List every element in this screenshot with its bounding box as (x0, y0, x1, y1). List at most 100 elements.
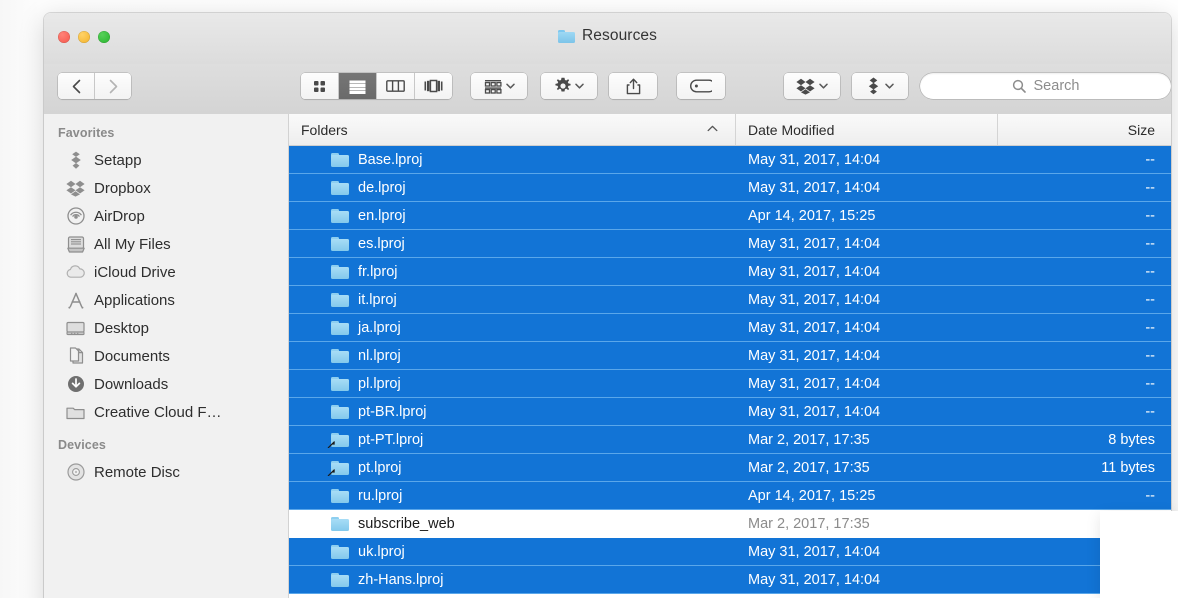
zoom-button[interactable] (98, 31, 110, 43)
search-input[interactable]: Search (920, 73, 1171, 99)
share-button[interactable] (609, 73, 657, 99)
table-row[interactable]: ru.lproj Apr 14, 2017, 15:25 -- (289, 482, 1171, 510)
file-name-cell: fr.lproj (289, 264, 736, 280)
folder-icon (331, 376, 349, 391)
content-overflow-panel (1100, 511, 1178, 598)
file-date-cell: May 31, 2017, 14:04 (748, 403, 881, 420)
folder-icon (331, 236, 349, 251)
table-row[interactable]: fr.lproj May 31, 2017, 14:04 -- (289, 258, 1171, 286)
table-row[interactable]: pl.lproj May 31, 2017, 14:04 -- (289, 370, 1171, 398)
file-size-cell: -- (1145, 179, 1155, 196)
file-name-label: es.lproj (358, 235, 405, 252)
column-header-date-modified[interactable]: Date Modified (736, 114, 998, 145)
sidebar-item-label: Creative Cloud F… (94, 403, 222, 421)
column-header-folders[interactable]: Folders (289, 114, 736, 145)
table-row[interactable]: pt-PT.lproj Mar 2, 2017, 17:35 8 bytes (289, 426, 1171, 454)
file-date-cell: May 31, 2017, 14:04 (748, 571, 881, 588)
folder-icon (558, 29, 575, 43)
sort-ascending-icon (707, 125, 718, 132)
file-date-cell: Apr 14, 2017, 15:25 (748, 207, 876, 224)
table-row[interactable]: ja.lproj May 31, 2017, 14:04 -- (289, 314, 1171, 342)
file-date-cell: May 31, 2017, 14:04 (748, 235, 881, 252)
sidebar-item-icloud-drive[interactable]: iCloud Drive (44, 258, 288, 286)
table-row[interactable]: pt-BR.lproj May 31, 2017, 14:04 -- (289, 398, 1171, 426)
toolbar: Search (44, 64, 1171, 115)
tag-icon (690, 79, 712, 93)
table-row[interactable]: en.lproj Apr 14, 2017, 15:25 -- (289, 202, 1171, 230)
file-size-cell: -- (1145, 235, 1155, 252)
sidebar-item-documents[interactable]: Documents (44, 342, 288, 370)
file-size-cell: -- (1145, 151, 1155, 168)
chevron-down-icon (819, 83, 828, 89)
sidebar-item-all-my-files[interactable]: All My Files (44, 230, 288, 258)
cover-flow-view-button[interactable] (415, 73, 452, 99)
sidebar-item-airdrop[interactable]: AirDrop (44, 202, 288, 230)
window-title-text: Resources (582, 27, 657, 44)
column-header-size[interactable]: Size (998, 114, 1171, 145)
file-name-label: uk.lproj (358, 543, 405, 560)
sidebar-item-setapp[interactable]: Setapp (44, 146, 288, 174)
file-size-cell: 11 bytes (1101, 459, 1155, 476)
title-bar: Resources (44, 13, 1171, 65)
column-view-button[interactable] (377, 73, 415, 99)
sidebar-item-applications[interactable]: Applications (44, 286, 288, 314)
file-name-cell: pl.lproj (289, 376, 736, 392)
table-row[interactable]: nl.lproj May 31, 2017, 14:04 -- (289, 342, 1171, 370)
sidebar-item-desktop[interactable]: Desktop (44, 314, 288, 342)
sidebar-item-remote-disc[interactable]: Remote Disc (44, 458, 288, 486)
file-size-cell: 8 bytes (1108, 431, 1155, 448)
file-name-cell: en.lproj (289, 208, 736, 224)
table-row[interactable]: Base.lproj May 31, 2017, 14:04 -- (289, 146, 1171, 174)
folder-icon (331, 348, 349, 363)
file-date-cell: May 31, 2017, 14:04 (748, 151, 881, 168)
file-name-label: de.lproj (358, 179, 406, 196)
table-row[interactable]: zh-Hans.lproj May 31, 2017, 14:04 (289, 566, 1171, 594)
setapp-button[interactable] (852, 73, 908, 99)
sidebar-item-label: iCloud Drive (94, 263, 176, 281)
table-row[interactable]: de.lproj May 31, 2017, 14:04 -- (289, 174, 1171, 202)
folder-icon (331, 292, 349, 307)
sidebar-item-label: Desktop (94, 319, 150, 337)
file-size-cell: -- (1145, 291, 1155, 308)
table-row[interactable]: uk.lproj May 31, 2017, 14:04 (289, 538, 1171, 566)
file-name-cell: subscribe_web (289, 516, 736, 532)
action-button[interactable] (541, 73, 597, 99)
arrange-button[interactable] (471, 73, 527, 99)
list-view-button[interactable] (339, 73, 377, 99)
file-name-cell: Base.lproj (289, 152, 736, 168)
sidebar-item-downloads[interactable]: Downloads (44, 370, 288, 398)
file-date-cell: May 31, 2017, 14:04 (748, 179, 881, 196)
screen: Resources Search Favorites Setapp Dropbo… (0, 0, 1178, 598)
file-name-cell: de.lproj (289, 180, 736, 196)
sidebar-item-dropbox[interactable]: Dropbox (44, 174, 288, 202)
file-date-cell: May 31, 2017, 14:04 (748, 319, 881, 336)
back-button[interactable] (58, 73, 95, 99)
documents-icon (66, 347, 85, 366)
folder-icon (331, 488, 349, 503)
folder-icon (331, 320, 349, 335)
file-name-label: zh-Hans.lproj (358, 571, 444, 588)
dropbox-button[interactable] (784, 73, 840, 99)
window-title: Resources (44, 27, 1171, 45)
folder-icon (331, 208, 349, 223)
folder-icon (331, 180, 349, 195)
table-row[interactable]: pt.lproj Mar 2, 2017, 17:35 11 bytes (289, 454, 1171, 482)
file-name-label: nl.lproj (358, 347, 401, 364)
forward-button[interactable] (95, 73, 131, 99)
sidebar-heading-favorites: Favorites (58, 126, 115, 140)
close-button[interactable] (58, 31, 70, 43)
sidebar[interactable]: Favorites Setapp Dropbox AirDrop All My … (44, 114, 289, 598)
folder-icon (331, 544, 349, 559)
minimize-button[interactable] (78, 31, 90, 43)
table-row[interactable]: subscribe_web Mar 2, 2017, 17:35 (289, 510, 1171, 538)
file-size-cell: -- (1145, 375, 1155, 392)
file-size-cell: -- (1145, 319, 1155, 336)
tag-button[interactable] (677, 73, 725, 99)
chevron-down-icon (505, 83, 515, 89)
icon-view-button[interactable] (301, 73, 339, 99)
table-row[interactable]: it.lproj May 31, 2017, 14:04 -- (289, 286, 1171, 314)
downloads-icon (66, 375, 85, 394)
dropbox-icon (66, 179, 85, 198)
table-row[interactable]: es.lproj May 31, 2017, 14:04 -- (289, 230, 1171, 258)
sidebar-item-creative-cloud-files[interactable]: Creative Cloud F… (44, 398, 288, 426)
